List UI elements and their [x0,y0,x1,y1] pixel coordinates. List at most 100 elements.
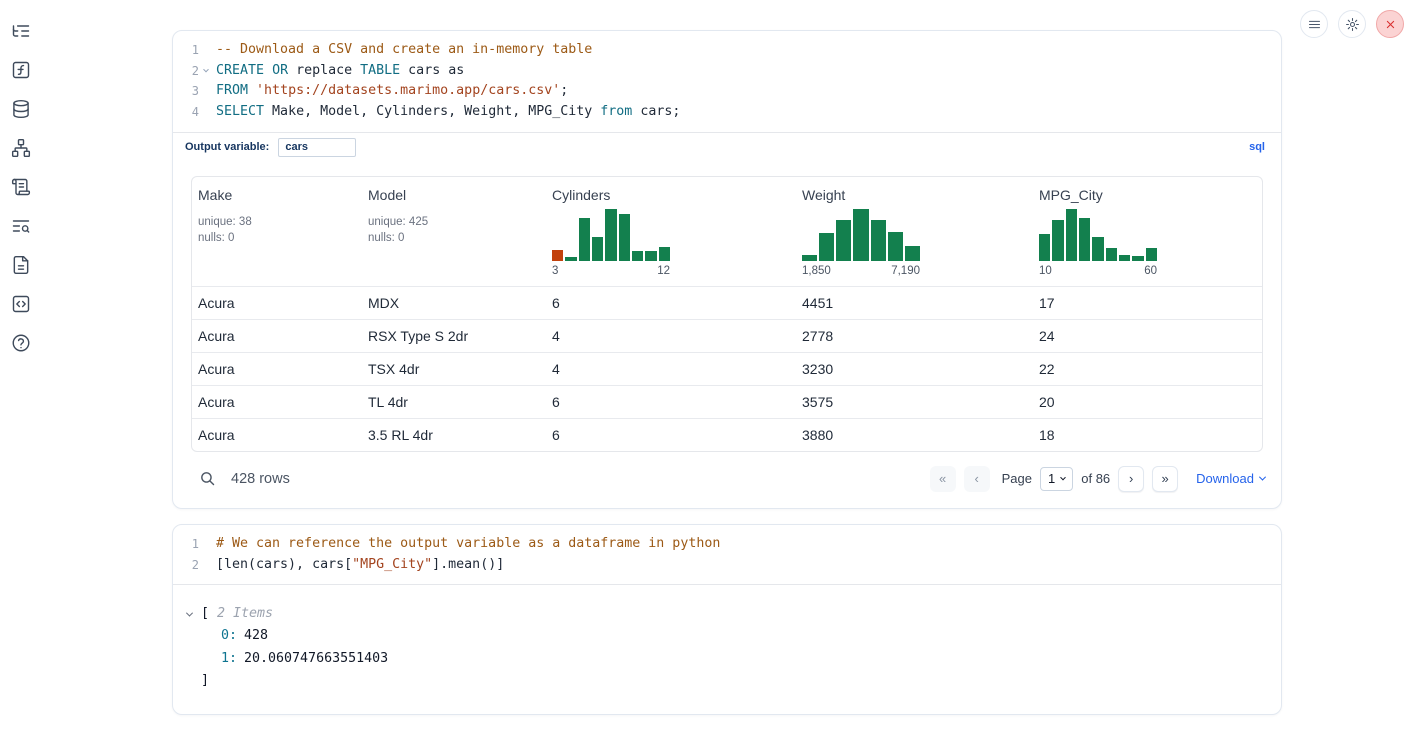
histogram-bar[interactable] [645,251,656,261]
histogram-bar[interactable] [632,251,643,261]
settings-button[interactable] [1338,10,1366,38]
histogram-bar[interactable] [1119,255,1130,261]
table-row[interactable]: AcuraRSX Type S 2dr4277824 [192,319,1262,352]
fold-chevron-icon [199,61,212,81]
sidebar-button-function[interactable] [9,59,33,83]
page-label: Page [1002,471,1032,486]
table-cell: Acura [192,320,362,352]
database-icon [11,99,31,122]
column-name: Weight [802,187,1027,203]
column-header[interactable]: Makeunique: 38nulls: 0 [192,177,362,286]
histogram-bars [552,209,670,261]
row-count: 428 rows [231,471,290,487]
sidebar-button-file-tree[interactable] [9,20,33,44]
table-cell: RSX Type S 2dr [362,320,546,352]
histogram-bar[interactable] [1066,209,1077,261]
histogram-bar[interactable] [1079,218,1090,261]
next-page-button[interactable]: › [1118,466,1144,492]
histogram-bar[interactable] [836,220,851,261]
code-line[interactable]: 2CREATE OR replace TABLE cars as [173,61,1281,82]
fold-gutter [199,555,212,575]
histogram-bar[interactable] [552,250,563,261]
table-cell: 6 [546,419,796,451]
language-badge: sql [1249,141,1265,153]
histogram-bar[interactable] [1146,248,1157,261]
tree-item[interactable]: 1:20.060747663551403 [187,648,1267,671]
histogram-bar[interactable] [1132,256,1143,261]
download-button[interactable]: Download [1196,471,1265,486]
code-line[interactable]: 4SELECT Make, Model, Cylinders, Weight, … [173,102,1281,123]
first-page-button[interactable]: « [930,466,956,492]
page-select-value: 1 [1048,471,1055,486]
histogram-axis-labels: 1060 [1039,265,1157,277]
tree-collapse-icon[interactable] [187,612,201,617]
column-header[interactable]: Cylinders312 [546,177,796,286]
line-number: 2 [173,61,199,82]
close-bracket: ] [187,670,1267,692]
search-icon[interactable] [199,470,216,487]
histogram-axis-labels: 312 [552,265,670,277]
open-bracket: [ [201,603,209,625]
output-variable-input[interactable] [278,138,356,157]
sidebar-button-document[interactable] [9,254,33,278]
column-header[interactable]: Modelunique: 425nulls: 0 [362,177,546,286]
page-total-label: of 86 [1081,471,1110,486]
table-cell: 2778 [796,320,1033,352]
column-name: Model [368,187,540,203]
sidebar-button-help[interactable] [9,332,33,356]
sidebar-button-text-search[interactable] [9,215,33,239]
close-button[interactable] [1376,10,1404,38]
table-cell: 6 [546,386,796,418]
code-line[interactable]: 3FROM 'https://datasets.marimo.app/cars.… [173,81,1281,102]
help-icon [11,333,31,356]
sql-editor[interactable]: 1-- Download a CSV and create an in-memo… [173,31,1281,132]
sidebar-button-scroll[interactable] [9,176,33,200]
histogram-bar[interactable] [905,246,920,261]
histogram-bar[interactable] [605,209,616,261]
table-cell: 20 [1033,386,1262,418]
histogram-bar[interactable] [853,209,868,261]
histogram-bar[interactable] [871,220,886,261]
code-line[interactable]: 2[len(cars), cars["MPG_City"].mean()] [173,555,1281,576]
python-editor[interactable]: 1# We can reference the output variable … [173,525,1281,584]
menu-button[interactable] [1300,10,1328,38]
table-row[interactable]: Acura3.5 RL 4dr6388018 [192,418,1262,451]
histogram-bar[interactable] [579,218,590,261]
column-name: Make [198,187,356,203]
items-count-label: 2 Items [217,603,273,625]
histogram-bar[interactable] [592,237,603,261]
sidebar-button-code-snippets[interactable] [9,293,33,317]
page-select[interactable]: 1 [1040,467,1073,491]
last-page-button[interactable]: » [1152,466,1178,492]
table-row[interactable]: AcuraTSX 4dr4323022 [192,352,1262,385]
histogram-bar[interactable] [1039,234,1050,261]
table-cell: MDX [362,287,546,319]
histogram-bar[interactable] [802,255,817,261]
table-cell: 3880 [796,419,1033,451]
histogram-bar[interactable] [565,257,576,261]
sidebar-button-database[interactable] [9,98,33,122]
histogram-bar[interactable] [1106,248,1117,261]
table-row[interactable]: AcuraMDX6445117 [192,286,1262,319]
prev-page-button[interactable]: ‹ [964,466,990,492]
tree-item[interactable]: 0:428 [187,625,1267,648]
download-label: Download [1196,471,1254,486]
histogram-bar[interactable] [1052,220,1063,261]
table-row[interactable]: AcuraTL 4dr6357520 [192,385,1262,418]
histogram-bar[interactable] [888,232,903,261]
histogram-bar[interactable] [1092,237,1103,261]
code-line[interactable]: 1# We can reference the output variable … [173,534,1281,555]
sidebar-button-dependency-graph[interactable] [9,137,33,161]
column-header[interactable]: Weight1,8507,190 [796,177,1033,286]
column-header[interactable]: MPG_City1060 [1033,177,1262,286]
python-output: [ 2 Items 0:4281:20.060747663551403 ] [173,584,1281,714]
column-histogram: 1060 [1039,209,1157,277]
code-line[interactable]: 1-- Download a CSV and create an in-memo… [173,40,1281,61]
table-cell: 4451 [796,287,1033,319]
tree-item-key: 1: [221,651,237,666]
histogram-bar[interactable] [819,233,834,261]
histogram-bar[interactable] [659,247,670,261]
histogram-bar[interactable] [619,214,630,261]
line-number: 1 [173,40,199,61]
tree-root: [ 2 Items [187,603,1267,625]
